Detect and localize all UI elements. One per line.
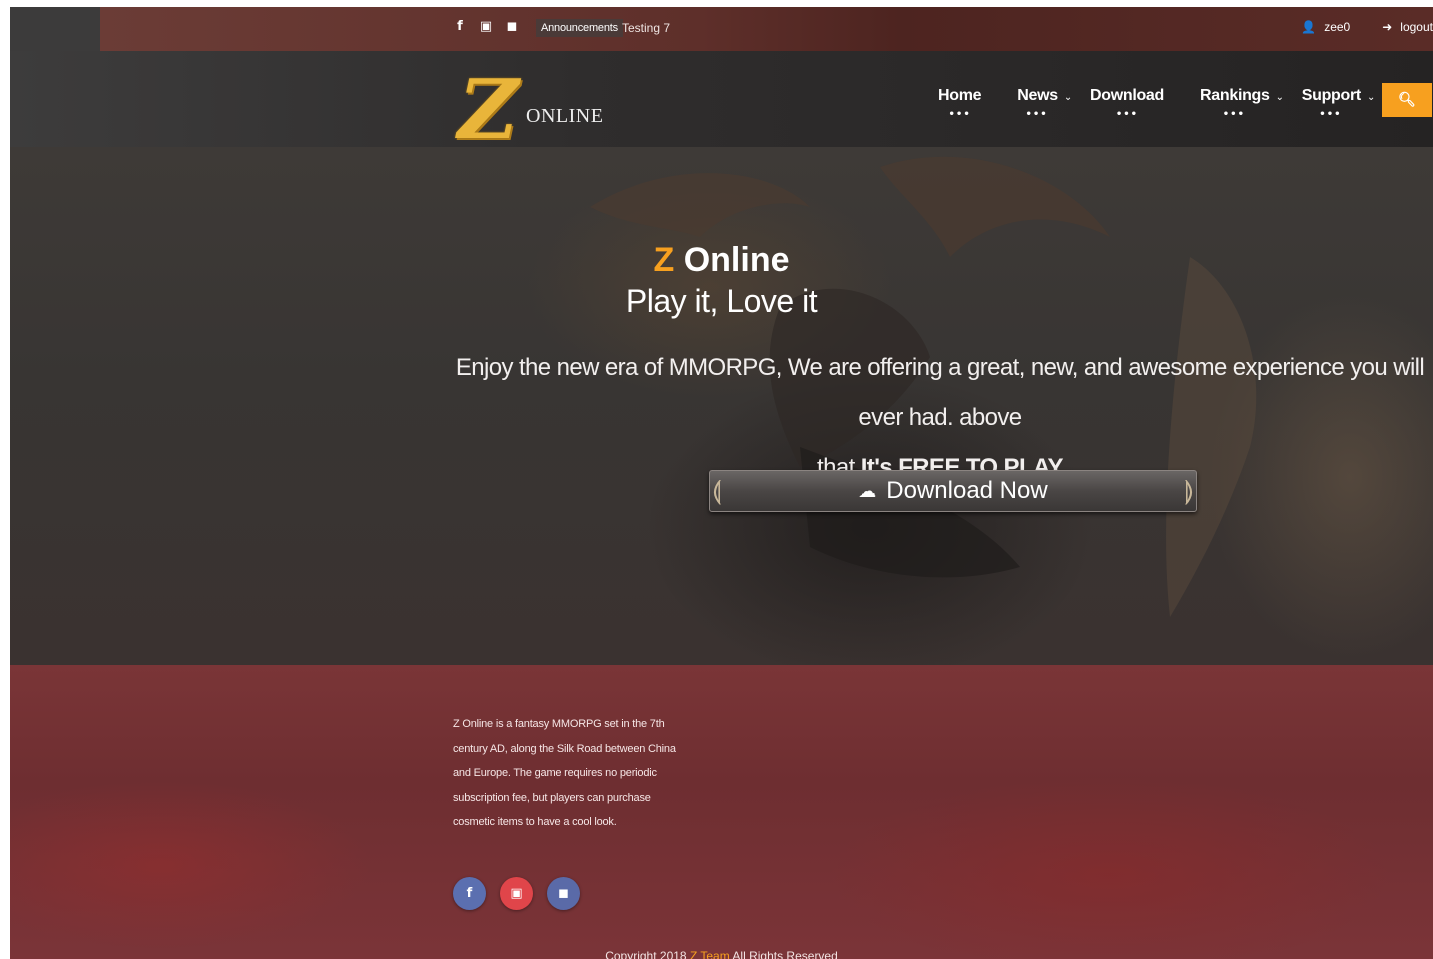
topbar (100, 7, 1433, 51)
logout-link[interactable]: logout (1400, 20, 1433, 34)
nav-dots: ••• (1115, 109, 1139, 120)
nav-home-label: Home (938, 87, 982, 104)
site-footer: Z Online is a fantasy MMORPG set in the … (10, 665, 1433, 959)
copyright: Copyright 2018 Z Team All Rights Reserve… (10, 949, 1433, 959)
discord-icon[interactable]: ◼ (547, 877, 580, 910)
discord-icon[interactable]: ◼ (505, 19, 519, 34)
cloud-download-icon: ☁ (858, 480, 877, 502)
nav-rankings-label: Rankings (1200, 87, 1270, 104)
nav-news[interactable]: News ⌄ ••• (1017, 87, 1072, 120)
announcement-ticker[interactable]: Testing 7 (622, 21, 670, 35)
topbar-social: f ▣ ◼ (453, 19, 519, 34)
hero-title-accent: Z (653, 241, 675, 279)
nav-support-label: Support (1301, 87, 1362, 104)
hero-title-main: Online (683, 241, 790, 279)
copyright-suffix: All Rights Reserved (732, 949, 838, 959)
copyright-team-link[interactable]: Z Team (690, 949, 730, 959)
logout-icon: ➜ (1382, 20, 1393, 34)
download-now-label: Download Now (886, 477, 1048, 504)
youtube-icon[interactable]: ▣ (500, 877, 533, 910)
footer-about: Z Online is a fantasy MMORPG set in the … (453, 718, 676, 828)
nav-dots: ••• (1319, 109, 1342, 120)
chevron-down-icon: ⌄ (1275, 92, 1284, 103)
nav-support[interactable]: Support ⌄ ••• (1301, 87, 1376, 120)
facebook-icon[interactable]: f (453, 19, 467, 34)
footer-social: f ▣ ◼ (453, 877, 580, 910)
nav-rankings[interactable]: Rankings ⌄ ••• (1200, 87, 1284, 120)
main-nav: Home ••• News ⌄ ••• Download ••• Rankings… (938, 87, 1411, 120)
download-now-button[interactable]: ⟬ ☁ Download Now ⟭ (709, 470, 1197, 512)
logo-z-mark: Z (447, 62, 529, 158)
search-button[interactable]: 🔍︎ (1382, 83, 1432, 117)
chevron-down-icon: ⌄ (1366, 92, 1376, 103)
site-logo[interactable]: Z ONLINE (448, 62, 618, 158)
bracket-left-ornament: ⟬ (712, 476, 722, 506)
logo-text: ONLINE (526, 105, 604, 127)
copyright-prefix: Copyright 2018 (605, 949, 687, 959)
nav-dots: ••• (948, 109, 971, 120)
hero-subtitle: Play it, Love it (625, 283, 818, 319)
nav-dots: ••• (1025, 109, 1048, 120)
page-frame: f ▣ ◼ Announcements Testing 7 👤 zee0 ➜ l… (10, 7, 1433, 959)
nav-dots: ••• (1222, 109, 1245, 120)
hero-title: Z Online (10, 241, 1433, 280)
site-header: Z ONLINE Home ••• News ⌄ ••• Download •••… (10, 51, 1433, 158)
username-link[interactable]: zee0 (1324, 20, 1350, 34)
user-icon: 👤 (1301, 20, 1317, 34)
youtube-icon[interactable]: ▣ (479, 19, 493, 34)
chevron-down-icon: ⌄ (1063, 92, 1072, 103)
bracket-right-ornament: ⟭ (1184, 476, 1194, 506)
topbar-left-spacer (10, 7, 100, 51)
nav-download[interactable]: Download ••• (1089, 87, 1165, 120)
nav-download-label: Download (1089, 87, 1165, 104)
facebook-icon[interactable]: f (453, 877, 486, 910)
nav-home[interactable]: Home ••• (938, 87, 982, 120)
hero-banner: Z Online Play it, Love it Enjoy the new … (10, 147, 1433, 665)
hero-description-line: Enjoy the new era of MMORPG, We are offe… (455, 354, 1425, 431)
announcements-label[interactable]: Announcements (536, 19, 623, 37)
user-area: 👤 zee0 ➜ logout (1301, 20, 1433, 34)
search-icon: 🔍︎ (1398, 92, 1416, 108)
nav-news-label: News (1017, 87, 1058, 104)
